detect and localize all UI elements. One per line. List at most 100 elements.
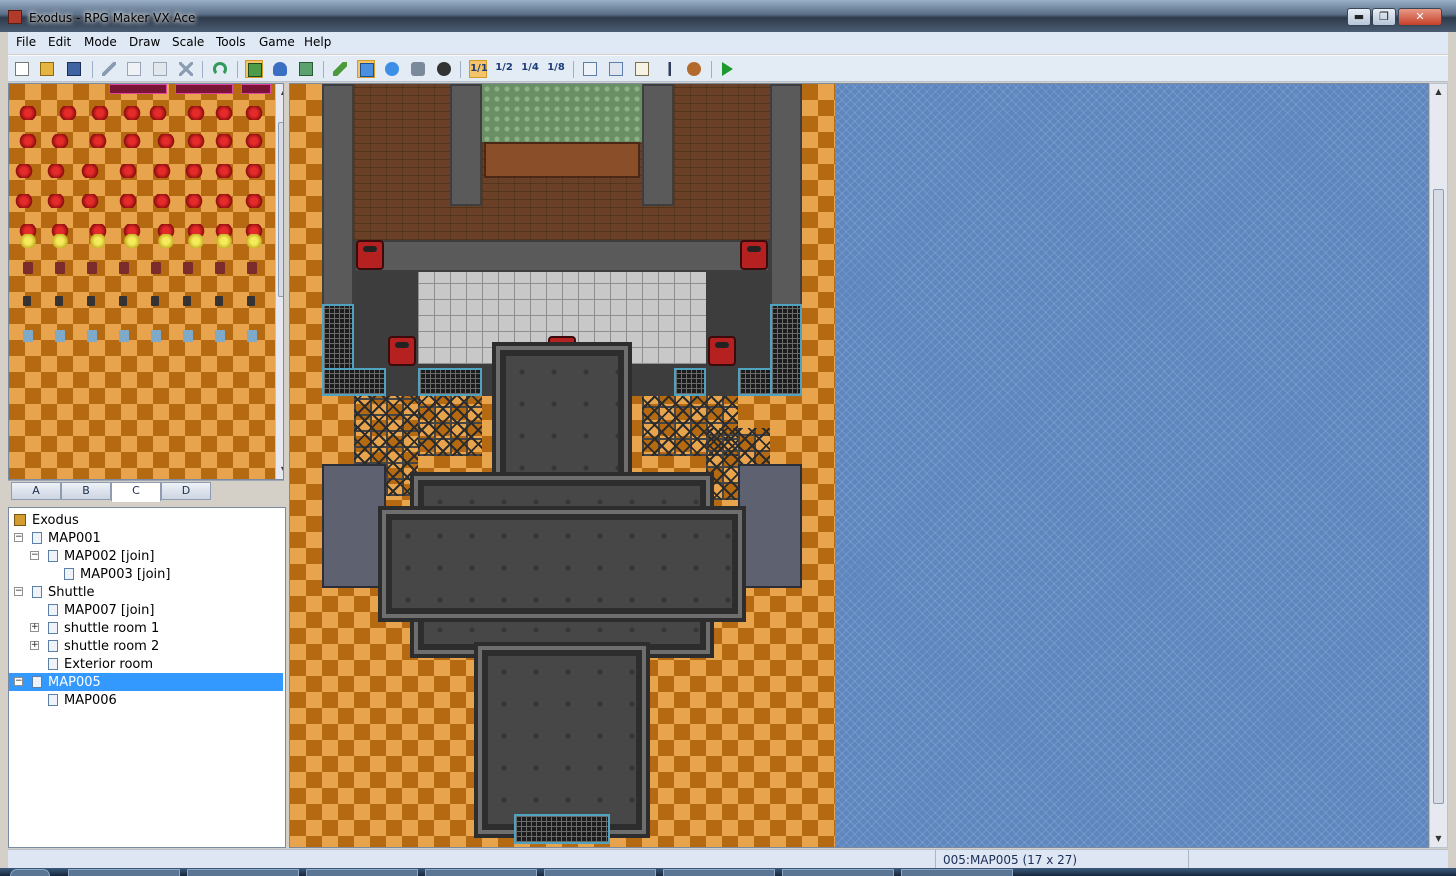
- tile-sprite[interactable]: [81, 194, 99, 208]
- tile-sprite[interactable]: [91, 106, 109, 120]
- tab-a[interactable]: A: [11, 482, 61, 500]
- tree-node[interactable]: MAP007 [join]: [9, 601, 283, 619]
- tile-sprite[interactable]: [23, 296, 31, 306]
- tile-sprite[interactable]: [151, 330, 161, 342]
- tab-d[interactable]: D: [161, 482, 211, 500]
- tile-sprite[interactable]: [119, 330, 129, 342]
- ellipse-icon[interactable]: [383, 60, 401, 78]
- shadow-pen-icon[interactable]: [435, 60, 453, 78]
- tile-sprite[interactable]: [151, 262, 161, 274]
- tile-sprite[interactable]: [215, 194, 233, 208]
- tile-sprite[interactable]: [89, 234, 107, 248]
- tile-sprite[interactable]: [185, 164, 203, 178]
- scale-1-4-icon[interactable]: 1/4: [521, 60, 539, 78]
- taskbar-item[interactable]: [782, 869, 894, 876]
- tree-node[interactable]: MAP006: [9, 691, 283, 709]
- tile-sprite[interactable]: [87, 330, 97, 342]
- tile-sprite[interactable]: [245, 234, 263, 248]
- tree-node[interactable]: − MAP002 [join]: [9, 547, 283, 565]
- character-generator-icon[interactable]: [685, 60, 703, 78]
- menu-edit[interactable]: Edit: [48, 35, 71, 49]
- menu-draw[interactable]: Draw: [129, 35, 160, 49]
- tree-node[interactable]: Exterior room: [9, 655, 283, 673]
- tile-sign[interactable]: [175, 84, 233, 94]
- airlock-door[interactable]: [388, 336, 416, 366]
- taskbar-item[interactable]: [306, 869, 418, 876]
- tree-node[interactable]: − Shuttle: [9, 583, 283, 601]
- tile-sprite[interactable]: [55, 330, 65, 342]
- tile-sprite[interactable]: [51, 234, 69, 248]
- taskbar-item[interactable]: [68, 869, 180, 876]
- tile-sprite[interactable]: [185, 194, 203, 208]
- menu-scale[interactable]: Scale: [172, 35, 204, 49]
- tileset-scrollbar[interactable]: ▲ ▼: [275, 84, 283, 479]
- playtest-icon[interactable]: [720, 60, 738, 78]
- tile-sprite[interactable]: [119, 194, 137, 208]
- tile-sprite[interactable]: [55, 262, 65, 274]
- tree-node[interactable]: − MAP005: [9, 673, 283, 691]
- tile-sprite[interactable]: [183, 330, 193, 342]
- menu-file[interactable]: File: [16, 35, 36, 49]
- flood-fill-icon[interactable]: [409, 60, 427, 78]
- tile-sprite[interactable]: [247, 296, 255, 306]
- taskbar-item[interactable]: [663, 869, 775, 876]
- scroll-thumb[interactable]: [278, 122, 283, 297]
- save-project-icon[interactable]: [65, 60, 83, 78]
- scroll-down-arrow-icon[interactable]: ▼: [276, 462, 283, 478]
- tile-sprite[interactable]: [123, 234, 141, 248]
- tile-sprite[interactable]: [59, 106, 77, 120]
- map-scrollbar[interactable]: ▲ ▼: [1429, 83, 1448, 848]
- delete-icon[interactable]: [177, 60, 195, 78]
- tile-sprite[interactable]: [187, 106, 205, 120]
- tile-sprite[interactable]: [245, 164, 263, 178]
- script-editor-icon[interactable]: [633, 60, 651, 78]
- sound-test-icon[interactable]: [659, 60, 677, 78]
- tile-sprite[interactable]: [187, 234, 205, 248]
- tile-sprite[interactable]: [47, 164, 65, 178]
- region-mode-icon[interactable]: [297, 60, 315, 78]
- tree-node[interactable]: MAP003 [join]: [9, 565, 283, 583]
- tile-sprite[interactable]: [23, 330, 33, 342]
- tile-sprite[interactable]: [19, 134, 37, 148]
- undo-icon[interactable]: [211, 60, 229, 78]
- start-button[interactable]: [10, 869, 50, 876]
- tile-sprite[interactable]: [151, 296, 159, 306]
- tile-sprite[interactable]: [19, 234, 37, 248]
- collapse-icon[interactable]: −: [14, 677, 23, 686]
- pencil-icon[interactable]: [331, 60, 349, 78]
- tile-sprite[interactable]: [157, 234, 175, 248]
- tile-sprite[interactable]: [89, 134, 107, 148]
- tile-sprite[interactable]: [123, 134, 141, 148]
- scroll-down-arrow-icon[interactable]: ▼: [1430, 831, 1447, 847]
- collapse-icon[interactable]: −: [14, 533, 23, 542]
- map-mode-icon[interactable]: [245, 60, 263, 78]
- minimize-button[interactable]: ▬: [1347, 8, 1371, 26]
- open-project-icon[interactable]: [38, 60, 56, 78]
- collapse-icon[interactable]: −: [30, 551, 39, 560]
- tile-sprite[interactable]: [215, 262, 225, 274]
- tile-sign[interactable]: [241, 84, 271, 94]
- expand-icon[interactable]: +: [30, 641, 39, 650]
- menu-mode[interactable]: Mode: [84, 35, 117, 49]
- paste-icon[interactable]: [151, 60, 169, 78]
- taskbar-item[interactable]: [544, 869, 656, 876]
- airlock-door[interactable]: [356, 240, 384, 270]
- tile-sprite[interactable]: [119, 296, 127, 306]
- tile-sprite[interactable]: [215, 106, 233, 120]
- resource-manager-icon[interactable]: [607, 60, 625, 78]
- tree-node[interactable]: + shuttle room 1: [9, 619, 283, 637]
- taskbar-item[interactable]: [187, 869, 299, 876]
- tab-b[interactable]: B: [61, 482, 111, 500]
- scale-1-2-icon[interactable]: 1/2: [495, 60, 513, 78]
- tab-c[interactable]: C: [111, 482, 161, 502]
- tile-sprite[interactable]: [215, 296, 223, 306]
- rectangle-icon[interactable]: [357, 60, 375, 78]
- tile-sprite[interactable]: [55, 296, 63, 306]
- tile-sprite[interactable]: [157, 134, 175, 148]
- tile-sprite[interactable]: [119, 164, 137, 178]
- airlock-door[interactable]: [740, 240, 768, 270]
- tree-node[interactable]: − MAP001: [9, 529, 283, 547]
- tile-sprite[interactable]: [215, 330, 225, 342]
- menu-game[interactable]: Game: [259, 35, 295, 49]
- scale-1-1-icon[interactable]: 1/1: [469, 60, 488, 78]
